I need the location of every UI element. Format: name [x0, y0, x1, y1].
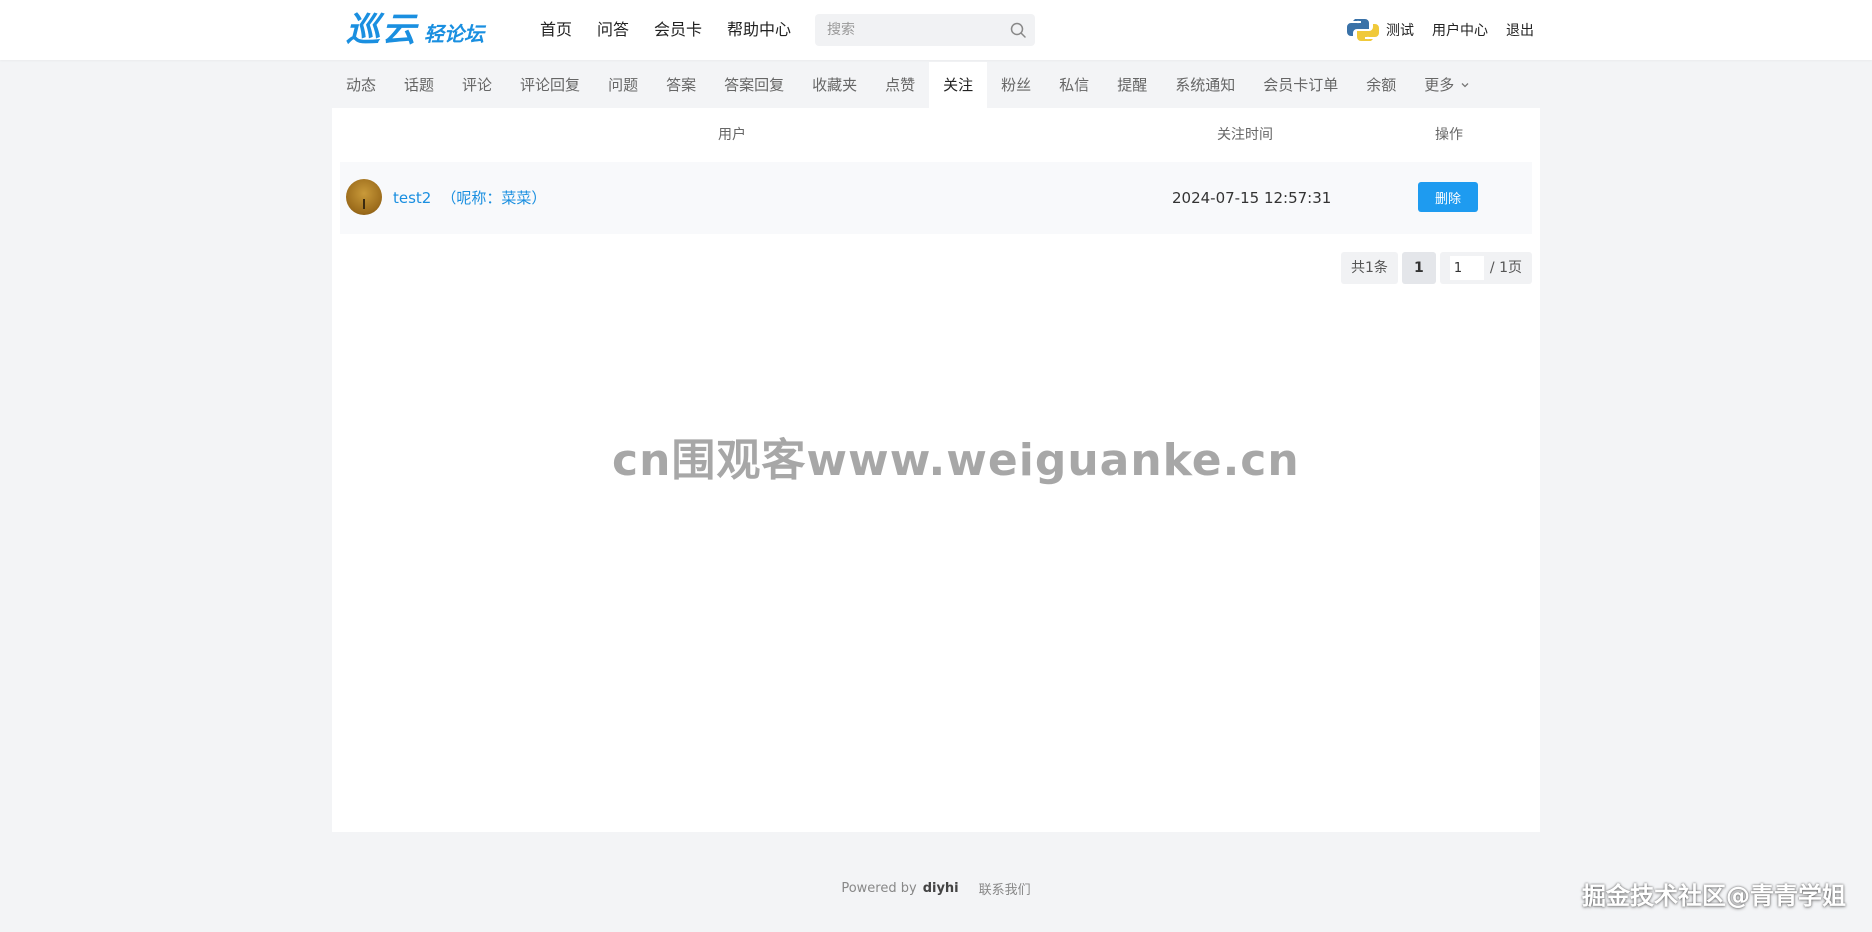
- tab-answers[interactable]: 答案: [652, 62, 710, 108]
- tab-activity[interactable]: 动态: [332, 62, 390, 108]
- tab-favorites[interactable]: 收藏夹: [798, 62, 871, 108]
- followed-user-link[interactable]: test2 （呢称：菜菜）: [393, 162, 546, 234]
- tab-comment-replies[interactable]: 评论回复: [506, 62, 594, 108]
- sub-nav: 动态 话题 评论 评论回复 问题 答案 答案回复 收藏夹 点赞 关注 粉丝 私信…: [332, 62, 1540, 108]
- page-jump-input[interactable]: [1449, 256, 1484, 280]
- corner-watermark: 掘金技术社区@青青学姐: [1582, 882, 1846, 910]
- tab-answer-replies[interactable]: 答案回复: [710, 62, 798, 108]
- nav-membership-card[interactable]: 会员卡: [654, 0, 702, 60]
- pagination: 共1条 1 / 1页: [1337, 252, 1532, 284]
- user-area: 测试 用户中心 退出: [1346, 0, 1534, 60]
- logout-link[interactable]: 退出: [1506, 20, 1534, 40]
- tab-membership-orders[interactable]: 会员卡订单: [1249, 62, 1352, 108]
- python-logo-icon: [1347, 19, 1379, 41]
- tab-balance[interactable]: 余额: [1352, 62, 1410, 108]
- tab-more-label: 更多: [1424, 76, 1455, 94]
- tab-more[interactable]: 更多: [1410, 62, 1484, 108]
- table-header: 用户 关注时间 操作: [332, 108, 1540, 162]
- logo-main-text: 巡云: [346, 10, 418, 50]
- tab-questions[interactable]: 问题: [594, 62, 652, 108]
- delete-button[interactable]: 删除: [1418, 182, 1478, 212]
- contact-us-link[interactable]: 联系我们: [979, 879, 1031, 898]
- followed-username: test2: [393, 189, 432, 207]
- user-center-link[interactable]: 用户中心: [1432, 20, 1488, 40]
- column-action: 操作: [1435, 127, 1463, 143]
- tab-reminders[interactable]: 提醒: [1103, 62, 1161, 108]
- tab-private-messages[interactable]: 私信: [1045, 62, 1103, 108]
- search-icon[interactable]: [1009, 21, 1027, 39]
- top-header: 巡云 轻论坛 首页 问答 会员卡 帮助中心 测试 用户中心 退出: [0, 0, 1872, 60]
- watermark-text: cn围观客www.weiguanke.cn: [612, 435, 1300, 486]
- user-avatar[interactable]: [1346, 13, 1380, 47]
- search-input[interactable]: [815, 14, 995, 46]
- site-logo[interactable]: 巡云 轻论坛: [346, 12, 484, 48]
- main-nav: 首页 问答 会员卡 帮助中心: [540, 0, 816, 60]
- follow-time: 2024-07-15 12:57:31: [1172, 189, 1332, 207]
- tab-following[interactable]: 关注: [929, 62, 988, 108]
- column-user: 用户: [718, 127, 746, 143]
- nav-help-center[interactable]: 帮助中心: [727, 0, 791, 60]
- pagination-jump: / 1页: [1439, 252, 1532, 284]
- tab-comments[interactable]: 评论: [448, 62, 506, 108]
- column-follow-time: 关注时间: [1217, 127, 1273, 143]
- table-row: test2 （呢称：菜菜） 2024-07-15 12:57:31 删除: [340, 162, 1532, 234]
- chevron-down-icon: [1461, 83, 1469, 88]
- logo-sub-text: 轻论坛: [424, 22, 484, 46]
- search-box: [815, 14, 1035, 46]
- tab-system-notices[interactable]: 系统通知: [1161, 62, 1249, 108]
- username-link[interactable]: 测试: [1386, 20, 1414, 40]
- pagination-current-page[interactable]: 1: [1401, 252, 1436, 284]
- followed-user-avatar[interactable]: [346, 179, 382, 215]
- tab-followers[interactable]: 粉丝: [987, 62, 1045, 108]
- pagination-page-count: / 1页: [1489, 260, 1522, 276]
- powered-by-brand: diyhi: [922, 880, 959, 896]
- nav-home[interactable]: 首页: [540, 0, 572, 60]
- tab-topics[interactable]: 话题: [390, 62, 448, 108]
- tab-likes[interactable]: 点赞: [871, 62, 929, 108]
- pagination-total: 共1条: [1341, 252, 1398, 284]
- followed-nickname: （呢称：菜菜）: [441, 189, 547, 207]
- nav-qa[interactable]: 问答: [597, 0, 629, 60]
- powered-by-text: Powered by: [841, 880, 917, 896]
